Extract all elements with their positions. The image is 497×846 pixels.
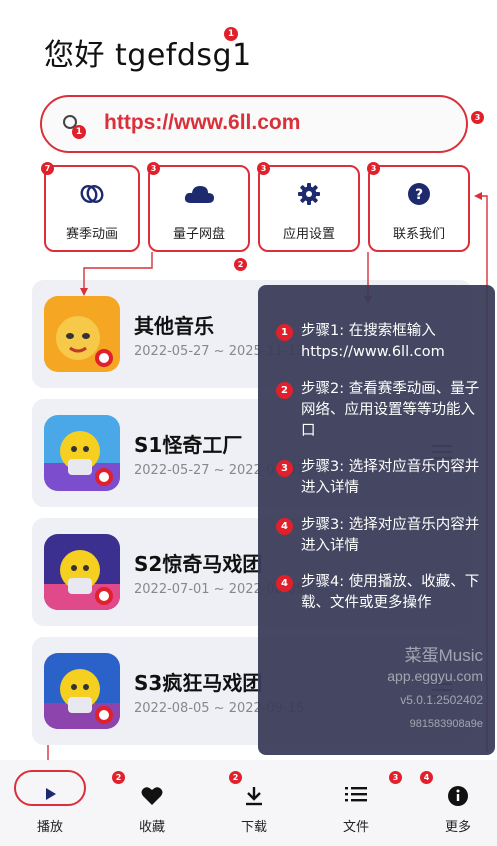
step-item: 3 步骤3: 选择对应音乐内容并进入详情 — [276, 457, 485, 499]
feature-label: 量子网盘 — [172, 227, 225, 242]
playlist-title: S1怪奇工厂 — [134, 433, 243, 457]
playlist-title: S2惊奇马戏团 — [134, 552, 263, 576]
playlist-cover — [44, 534, 120, 610]
greeting-title: 您好 tgefdsg1 — [44, 38, 252, 73]
feature-app-settings[interactable]: 应用设置 — [258, 165, 360, 252]
feature-label: 赛季动画 — [65, 227, 118, 242]
brand-domain: app.eggyu.com — [387, 668, 483, 684]
feature-season-animation[interactable]: 赛季动画 — [44, 165, 140, 252]
step-number: 4 — [276, 575, 293, 592]
step-item: 2 步骤2: 查看赛季动画、量子网络、应用设置等等功能入口 — [276, 379, 485, 442]
nav-favorite[interactable]: 收藏 — [122, 786, 182, 835]
feature-contact-us[interactable]: ? 联系我们 — [368, 165, 470, 252]
svg-text:?: ? — [415, 187, 423, 203]
step-number: 2 — [276, 382, 293, 399]
step-text: 步骤3: 选择对应音乐内容并进入详情 — [301, 459, 480, 496]
brand-version: v5.0.1.2502402 — [400, 693, 483, 707]
feature-label: 应用设置 — [282, 227, 335, 242]
search-bar[interactable]: https://www.6ll.com — [40, 95, 468, 153]
play-icon — [43, 786, 57, 805]
playlist-title: 其他音乐 — [134, 314, 214, 338]
heart-icon — [141, 787, 163, 810]
feature-label: 联系我们 — [392, 227, 445, 242]
nav-files[interactable]: 文件 — [326, 786, 386, 835]
tutorial-overlay: 1 步骤1: 在搜索框输入 https://www.6ll.com 2 步骤2:… — [258, 285, 495, 755]
feature-quantum-drive[interactable]: 量子网盘 — [148, 165, 250, 252]
brand-name: 菜蛋Music — [404, 646, 483, 665]
step-number: 4 — [276, 518, 293, 535]
playlist-cover — [44, 415, 120, 491]
annotation-badge: 3 — [147, 162, 160, 175]
nav-label: 文件 — [342, 820, 369, 835]
help-icon: ? — [407, 181, 431, 207]
annotation-badge: 3 — [367, 162, 380, 175]
step-item: 4 步骤3: 选择对应音乐内容并进入详情 — [276, 515, 485, 557]
search-input[interactable]: https://www.6ll.com — [104, 111, 300, 135]
annotation-badge: 3 — [389, 771, 402, 784]
step-item: 4 步骤4: 使用播放、收藏、下载、文件或更多操作 — [276, 572, 485, 614]
step-text: 步骤4: 使用播放、收藏、下载、文件或更多操作 — [301, 574, 480, 611]
step-text: 步骤1: 在搜索框输入 https://www.6ll.com — [301, 323, 445, 360]
nav-label: 更多 — [444, 820, 471, 835]
annotation-badge: 7 — [41, 162, 54, 175]
annotation-badge: 1 — [224, 27, 238, 41]
nav-play[interactable]: 播放 — [20, 786, 80, 835]
list-icon — [345, 787, 367, 806]
download-icon — [245, 787, 263, 810]
nav-download[interactable]: 下载 — [224, 786, 284, 835]
nav-label: 收藏 — [138, 820, 165, 835]
annotation-badge: 2 — [229, 771, 242, 784]
nav-label: 播放 — [36, 820, 63, 835]
rings-icon — [79, 181, 105, 207]
annotation-badge: 1 — [72, 125, 86, 139]
step-text: 步骤3: 选择对应音乐内容并进入详情 — [301, 517, 480, 554]
playlist-cover — [44, 653, 120, 729]
gear-icon — [297, 181, 321, 207]
annotation-badge: 4 — [420, 771, 433, 784]
annotation-badge: 2 — [234, 258, 247, 271]
cloud-icon — [183, 181, 215, 207]
annotation-badge: 3 — [257, 162, 270, 175]
annotation-badge: 3 — [471, 111, 484, 124]
step-item: 1 步骤1: 在搜索框输入 https://www.6ll.com — [276, 321, 485, 363]
nav-more[interactable]: 更多 — [428, 786, 488, 835]
nav-label: 下载 — [240, 820, 267, 835]
info-icon — [448, 786, 468, 810]
playlist-title: S3疯狂马戏团 — [134, 671, 263, 695]
annotation-badge: 2 — [112, 771, 125, 784]
step-text: 步骤2: 查看赛季动画、量子网络、应用设置等等功能入口 — [301, 381, 480, 439]
step-number: 1 — [276, 324, 293, 341]
playlist-cover — [44, 296, 120, 372]
step-number: 3 — [276, 460, 293, 477]
brand-hash: 981583908a9e — [409, 718, 483, 730]
